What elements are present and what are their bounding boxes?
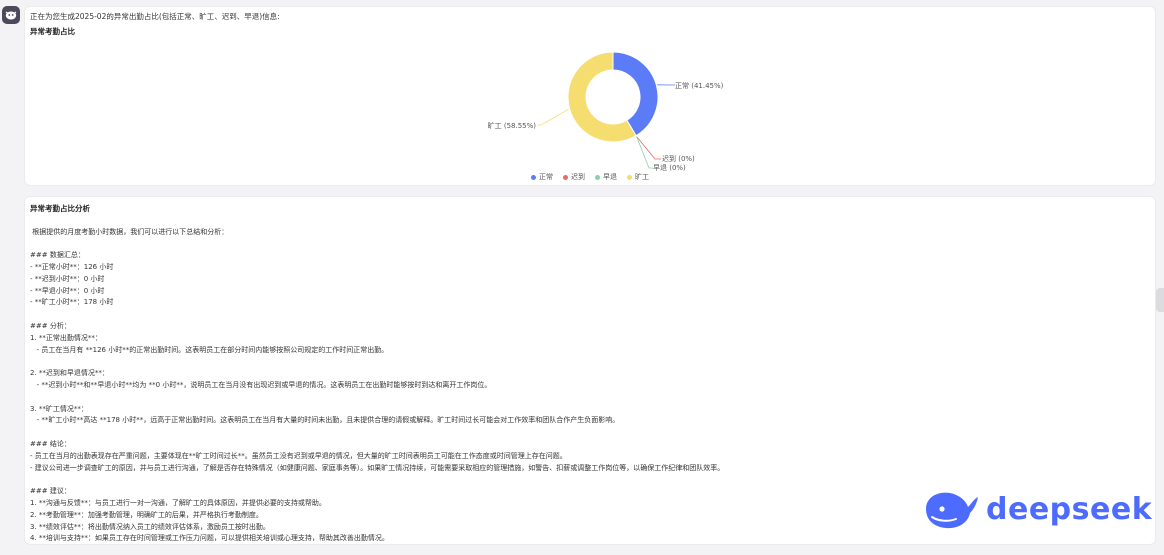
chart-card: 正在为您生成2025-02的异常出勤占比(包括正常、旷工、迟到、早退)信息: 异… (24, 6, 1156, 186)
legend-item-0[interactable]: 正常 (531, 172, 553, 182)
legend-dot-icon (563, 174, 568, 180)
legend-label: 早退 (603, 173, 617, 181)
deepseek-whale-icon (5, 11, 17, 20)
legend-dot-icon (595, 174, 600, 180)
legend-dot-icon (531, 174, 536, 180)
slice-label-1: 迟到 (0%) (662, 155, 695, 163)
label-line-2 (636, 136, 653, 169)
analysis-line: 1. **沟通与反馈**：与员工进行一对一沟通，了解旷工的具体原因，并提供必要的… (30, 499, 326, 507)
analysis-line: - **正常小时**：126 小时 (30, 263, 114, 271)
page: 正在为您生成2025-02的异常出勤占比(包括正常、旷工、迟到、早退)信息: 异… (0, 0, 1164, 555)
logo-text: deepseek (986, 491, 1153, 527)
analysis-line: 根据提供的月度考勤小时数据，我们可以进行以下总结和分析： (30, 227, 229, 236)
chart-legend: 正常 迟到 早退 旷工 (25, 172, 1155, 182)
analysis-line: - **早退小时**：0 小时 (30, 286, 105, 295)
analysis-line: - **迟到小时**和**早退小时**均为 **0 小时**，说明员工在当月没有… (30, 381, 492, 389)
analysis-line: 2. **迟到和早退情况**： (30, 369, 109, 378)
legend-item-2[interactable]: 早退 (595, 172, 617, 182)
deepseek-logo: deepseek (922, 487, 1152, 531)
analysis-line: 2. **考勤管理**：加强考勤管理，明确旷工的后果，并严格执行考勤制度。 (30, 510, 263, 519)
legend-label: 迟到 (571, 173, 585, 181)
label-line-3 (537, 108, 569, 126)
analysis-line: - 建议公司进一步调查旷工的原因，并与员工进行沟通，了解是否存在特殊情况（如健康… (30, 463, 725, 472)
legend-item-3[interactable]: 旷工 (627, 172, 649, 182)
analysis-title: 异常考勤占比分析 (30, 204, 90, 213)
legend-label: 正常 (539, 173, 553, 181)
donut-chart: 正常 (41.45%) 迟到 (0%)早退 (0%) 旷工 (58.55%) (488, 51, 724, 172)
side-scroll-handle[interactable] (1156, 288, 1164, 312)
assistant-avatar (2, 6, 20, 24)
analysis-line: - 员工在当月有 **126 小时**的正常出勤时间。这表明员工在部分时间内能够… (30, 345, 389, 354)
analysis-line: ### 数据汇总： (30, 251, 85, 260)
legend-dot-icon (627, 174, 632, 180)
analysis-line: - **旷工小时**高达 **178 小时**，远高于正常出勤时间。这表明员工在… (30, 416, 620, 425)
slice-label-2: 早退 (0%) (653, 163, 686, 172)
legend-label: 旷工 (635, 173, 649, 181)
analysis-line: - 员工在当月的出勤表现存在严重问题，主要体现在**旷工时间过长**。虽然员工没… (30, 451, 567, 460)
slice-label-3: 旷工 (58.55%) (488, 121, 537, 130)
analysis-line: ### 结论： (30, 440, 71, 448)
deepseek-whale-logo (926, 492, 978, 529)
analysis-line: ### 分析： (30, 322, 71, 330)
analysis-line: 1. **正常出勤情况**： (30, 333, 102, 342)
legend-item-1[interactable]: 迟到 (563, 172, 585, 182)
analysis-line: 4. **培训与支持**：如果员工存在时间管理或工作压力问题，可以提供相关培训或… (30, 534, 389, 543)
analysis-line: 3. **绩效评估**：将出勤情况纳入员工的绩效评估体系，激励员工按时出勤。 (30, 522, 270, 531)
analysis-line: - **迟到小时**：0 小时 (30, 274, 105, 283)
analysis-line: ### 建议： (30, 487, 71, 496)
analysis-line: 3. **旷工情况**： (30, 404, 88, 413)
slice-label-0: 正常 (41.45%) (675, 81, 724, 90)
analysis-line: - **旷工小时**：178 小时 (30, 298, 114, 307)
label-line-1 (636, 136, 661, 160)
